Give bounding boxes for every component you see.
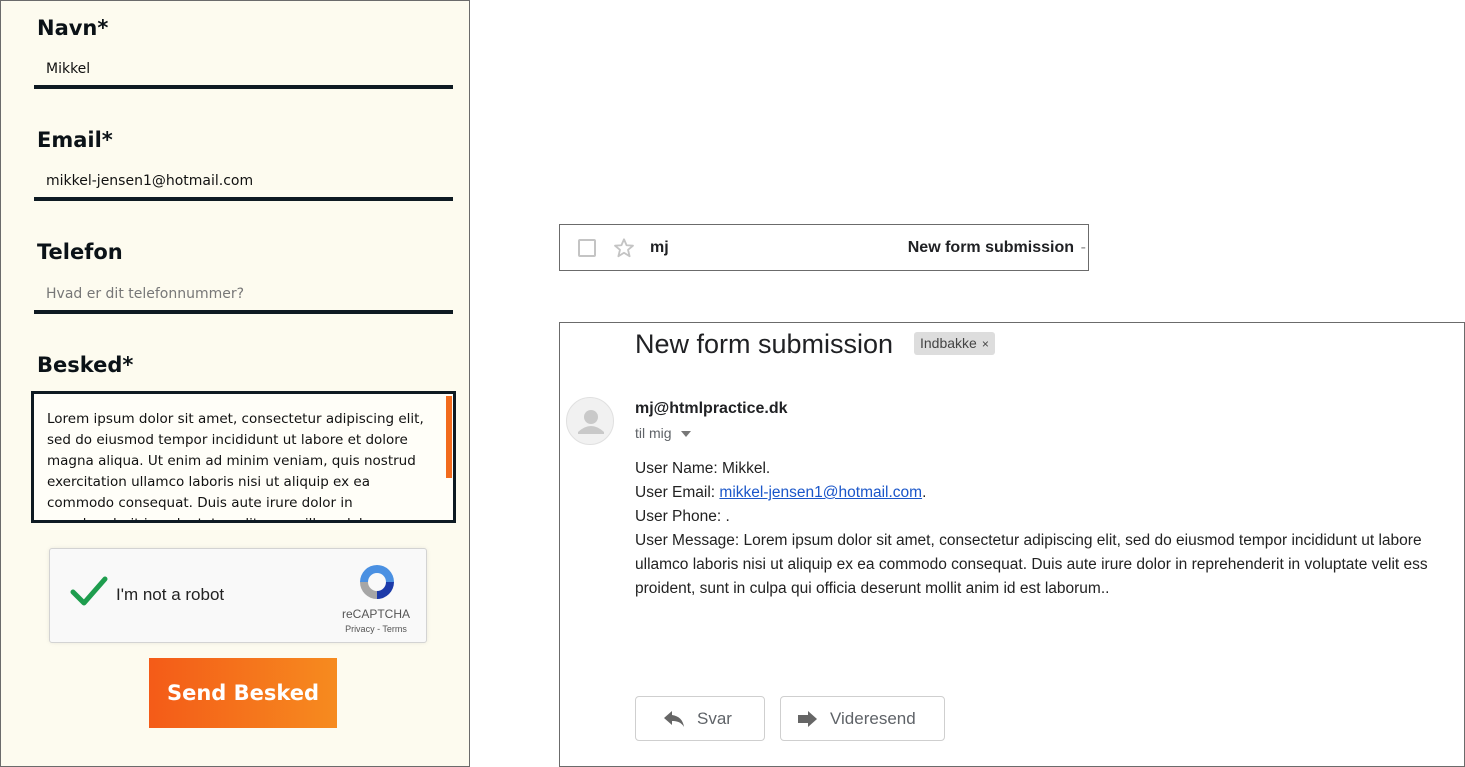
body-message-line-3: proident, sunt in culpa qui officia dese… — [635, 580, 1110, 597]
to-text: til mig — [635, 425, 672, 441]
message-scrollbar[interactable] — [446, 396, 452, 478]
email-body: User Name: Mikkel. User Email: mikkel-je… — [635, 457, 1464, 601]
label-chip: Indbakke × — [914, 332, 995, 355]
recaptcha-brand: reCAPTCHA — [341, 607, 410, 621]
forward-icon — [798, 711, 817, 727]
recaptcha-logo-icon — [360, 565, 394, 599]
body-user-email: User Email: mikkel-jensen1@hotmail.com. — [635, 481, 1464, 505]
inbox-row[interactable]: mj New form submission - — [559, 224, 1089, 271]
inbox-subject: New form submission — [907, 239, 1074, 256]
send-button[interactable]: Send Besked — [149, 658, 337, 728]
email-link[interactable]: mikkel-jensen1@hotmail.com — [719, 484, 922, 501]
forward-label: Videresend — [830, 709, 916, 728]
to-line[interactable]: til mig — [635, 425, 692, 441]
recaptcha-widget[interactable]: I'm not a robot reCAPTCHA Privacy - Term… — [49, 548, 427, 643]
from-address[interactable]: mj@htmlpractice.dk — [635, 400, 788, 418]
reply-label: Svar — [697, 709, 732, 728]
inbox-sender: mj — [650, 239, 669, 256]
contact-form: Navn* Email* Telefon Besked* Lorem ipsum… — [0, 0, 470, 767]
body-message-line-1: User Message: Lorem ipsum dolor sit amet… — [635, 532, 1422, 549]
email-input[interactable] — [34, 165, 453, 201]
reply-button[interactable]: Svar — [635, 696, 765, 741]
body-email-suffix: . — [922, 484, 927, 501]
inbox-dash: - — [1080, 239, 1086, 256]
recaptcha-links: Privacy - Terms — [336, 624, 416, 634]
label-chip-text: Indbakke — [920, 335, 977, 351]
avatar — [566, 397, 614, 445]
avatar-icon — [578, 410, 604, 434]
body-user-phone: User Phone: . — [635, 508, 730, 525]
message-text: Lorem ipsum dolor sit amet, consectetur … — [47, 411, 424, 520]
name-label: Navn* — [37, 16, 109, 40]
forward-button[interactable]: Videresend — [780, 696, 945, 741]
body-message-line-2: ullamco laboris nisi ut aliquip ex ea co… — [635, 556, 1428, 573]
email-label: Email* — [37, 128, 113, 152]
email-subject: New form submission — [635, 329, 894, 359]
reply-icon — [664, 711, 684, 727]
caret-down-icon[interactable] — [681, 431, 692, 438]
recaptcha-privacy-link[interactable]: Privacy — [345, 624, 375, 634]
recaptcha-label: I'm not a robot — [116, 585, 225, 604]
phone-label: Telefon — [37, 240, 123, 264]
message-label: Besked* — [37, 353, 134, 377]
phone-input[interactable] — [34, 278, 453, 314]
email-view: New form submission Indbakke × mj@htmlpra… — [559, 322, 1465, 767]
chip-close-icon[interactable]: × — [982, 337, 989, 351]
message-textarea[interactable]: Lorem ipsum dolor sit amet, consectetur … — [31, 391, 456, 523]
name-input[interactable] — [34, 53, 453, 89]
body-user-name: User Name: Mikkel. — [635, 460, 771, 477]
checkbox-icon[interactable] — [578, 239, 596, 257]
body-email-prefix: User Email: — [635, 484, 720, 501]
recaptcha-terms-link[interactable]: Terms — [382, 624, 407, 634]
check-icon[interactable] — [70, 575, 108, 609]
star-icon[interactable] — [613, 237, 635, 259]
